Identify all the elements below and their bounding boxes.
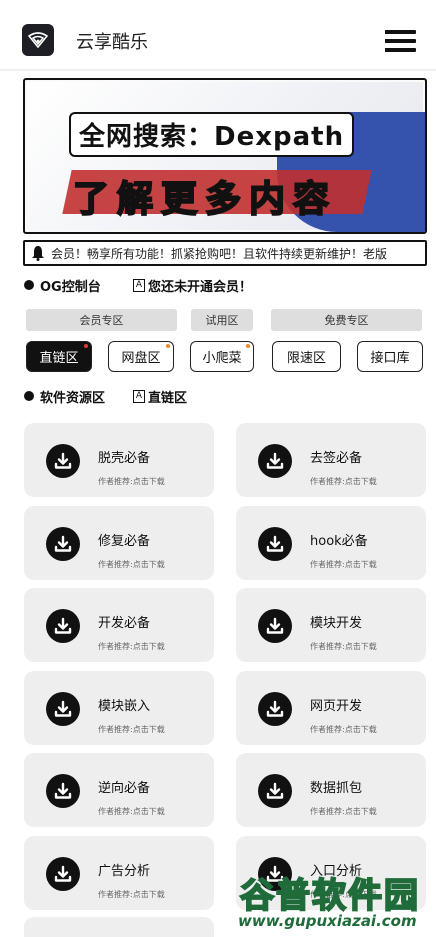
resource-subtitle: 作者推荐:点击下载 bbox=[310, 807, 377, 816]
resources-heading: 软件资源区 bbox=[24, 387, 105, 406]
promo-banner[interactable]: 全网搜索：Dexpath 了解更多内容 bbox=[23, 78, 427, 234]
resource-card[interactable]: 模块开发作者推荐:点击下载 bbox=[236, 588, 426, 662]
app-logo-icon bbox=[22, 24, 54, 56]
resource-title: hook必备 bbox=[310, 534, 368, 549]
current-zone-label: A 直链区 bbox=[133, 387, 187, 406]
banner-subtitle: 了解更多内容 bbox=[72, 177, 338, 221]
app-title: 云享酷乐 bbox=[76, 32, 148, 53]
bullet-icon bbox=[24, 391, 34, 401]
notice-text: 会员！畅享所有功能！抓紧抢购吧！且软件持续更新维护！老版 bbox=[51, 246, 388, 261]
download-icon bbox=[258, 527, 292, 561]
resource-card[interactable]: 广告分析作者推荐:点击下载 bbox=[24, 836, 214, 910]
resource-subtitle: 作者推荐:点击下载 bbox=[98, 725, 165, 734]
download-icon bbox=[258, 692, 292, 726]
resource-subtitle: 作者推荐:点击下载 bbox=[98, 477, 165, 486]
resource-card[interactable]: 去签必备作者推荐:点击下载 bbox=[236, 423, 426, 497]
console-heading: OG控制台 bbox=[24, 276, 101, 295]
zone-free[interactable]: 免费专区 bbox=[271, 309, 422, 331]
tab-cloud-disk[interactable]: 网盘区 bbox=[108, 341, 174, 372]
download-icon bbox=[46, 609, 80, 643]
tab-api-library[interactable]: 接口库 bbox=[357, 341, 423, 372]
zone-trial[interactable]: 试用区 bbox=[191, 309, 253, 331]
tab-crawler[interactable]: 小爬菜 bbox=[190, 341, 254, 372]
download-icon bbox=[258, 774, 292, 808]
tab-speed-limit[interactable]: 限速区 bbox=[272, 341, 341, 372]
membership-status: A 您还未开通会员！ bbox=[133, 276, 252, 295]
watermark-name: 谷普软件园 bbox=[239, 875, 420, 917]
download-icon bbox=[46, 444, 80, 478]
resource-title: 广告分析 bbox=[98, 864, 151, 879]
download-icon bbox=[46, 774, 80, 808]
banner-image: 全网搜索：Dexpath 了解更多内容 bbox=[27, 82, 425, 232]
resource-card[interactable]: 脱壳必备作者推荐:点击下载 bbox=[24, 423, 214, 497]
a-box-icon: A bbox=[133, 390, 145, 403]
resource-title: 修复必备 bbox=[98, 534, 151, 549]
resource-card[interactable]: 逆向必备作者推荐:点击下载 bbox=[24, 753, 214, 827]
banner-title: 全网搜索：Dexpath bbox=[69, 112, 355, 157]
resource-card-partial[interactable] bbox=[24, 917, 214, 937]
resource-subtitle: 作者推荐:点击下载 bbox=[310, 560, 377, 569]
resource-subtitle: 作者推荐:点击下载 bbox=[98, 560, 165, 569]
resource-title: 模块嵌入 bbox=[98, 699, 151, 714]
resource-title: 去签必备 bbox=[310, 451, 363, 466]
resource-card[interactable]: 数据抓包作者推荐:点击下载 bbox=[236, 753, 426, 827]
a-box-icon: A bbox=[133, 279, 145, 292]
zone-member[interactable]: 会员专区 bbox=[26, 309, 177, 331]
resource-subtitle: 作者推荐:点击下载 bbox=[98, 890, 165, 899]
tab-direct-link[interactable]: 直链区 bbox=[26, 341, 92, 372]
resource-title: 开发必备 bbox=[98, 616, 151, 631]
site-watermark: 谷普软件园 www.gupuxiazai.com bbox=[236, 868, 432, 934]
download-icon bbox=[46, 527, 80, 561]
resource-subtitle: 作者推荐:点击下载 bbox=[98, 807, 165, 816]
resource-title: 模块开发 bbox=[310, 616, 363, 631]
header-divider bbox=[0, 69, 436, 71]
bell-icon bbox=[32, 246, 44, 261]
download-icon bbox=[46, 857, 80, 891]
resource-title: 脱壳必备 bbox=[98, 451, 151, 466]
app-header: 云享酷乐 bbox=[0, 0, 436, 71]
resource-subtitle: 作者推荐:点击下载 bbox=[98, 642, 165, 651]
resource-card[interactable]: 网页开发作者推荐:点击下载 bbox=[236, 671, 426, 745]
bullet-icon bbox=[24, 280, 34, 290]
download-icon bbox=[258, 609, 292, 643]
resource-card[interactable]: 模块嵌入作者推荐:点击下载 bbox=[24, 671, 214, 745]
download-icon bbox=[46, 692, 80, 726]
resource-card[interactable]: 修复必备作者推荐:点击下载 bbox=[24, 506, 214, 580]
resource-title: 逆向必备 bbox=[98, 781, 151, 796]
resource-card[interactable]: hook必备作者推荐:点击下载 bbox=[236, 506, 426, 580]
resource-subtitle: 作者推荐:点击下载 bbox=[310, 725, 377, 734]
watermark-url: www.gupuxiazai.com bbox=[238, 912, 417, 930]
resource-title: 网页开发 bbox=[310, 699, 363, 714]
resource-subtitle: 作者推荐:点击下载 bbox=[310, 642, 377, 651]
resource-title: 数据抓包 bbox=[310, 781, 363, 796]
notice-bar: 会员！畅享所有功能！抓紧抢购吧！且软件持续更新维护！老版 bbox=[23, 240, 427, 266]
resource-subtitle: 作者推荐:点击下载 bbox=[310, 477, 377, 486]
menu-icon[interactable] bbox=[385, 30, 416, 56]
download-icon bbox=[258, 444, 292, 478]
resource-card[interactable]: 开发必备作者推荐:点击下载 bbox=[24, 588, 214, 662]
